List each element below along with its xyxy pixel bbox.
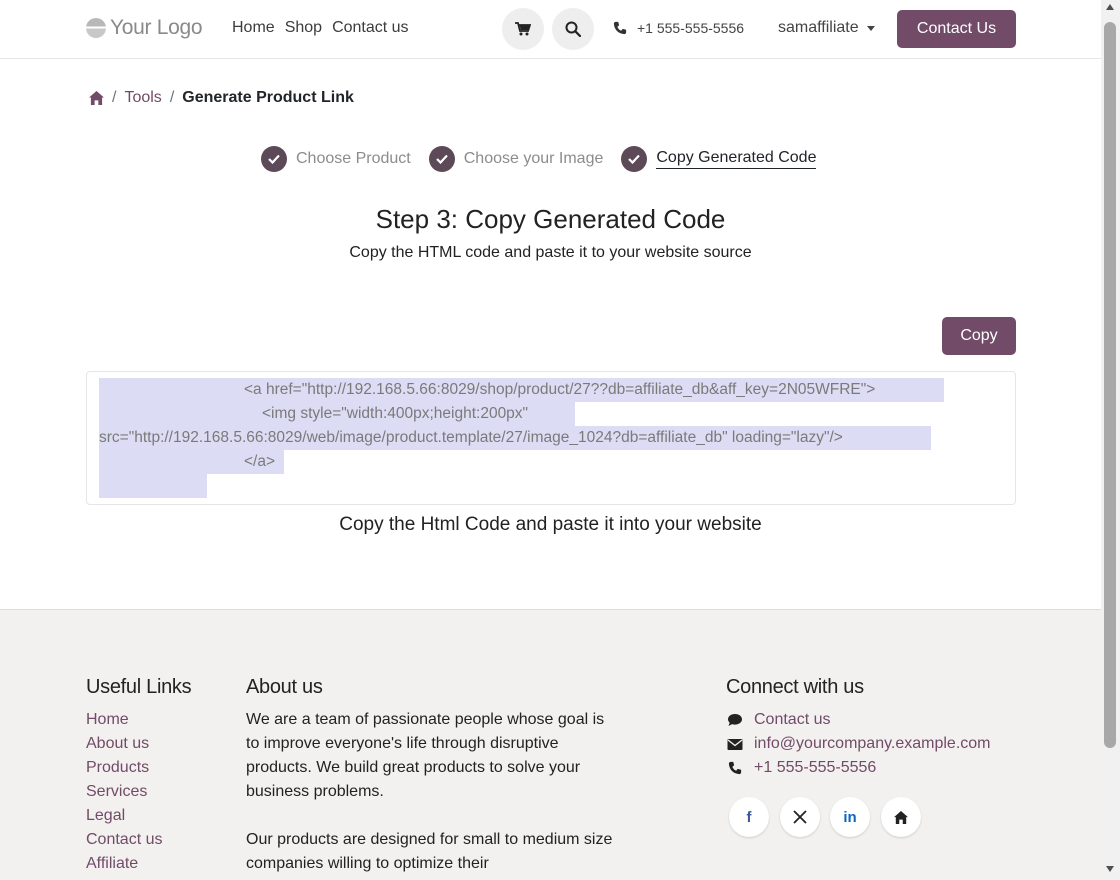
logo-mark-icon — [86, 18, 106, 38]
generated-code-textarea[interactable]: <a href="http://192.168.5.66:8029/shop/p… — [86, 371, 1016, 505]
x-twitter-button[interactable] — [780, 797, 820, 837]
phone-icon — [613, 21, 627, 35]
progress-steps: Choose Product Choose your Image Copy Ge… — [261, 146, 834, 172]
cart-icon — [515, 22, 531, 36]
breadcrumb-tools[interactable]: Tools — [124, 89, 161, 107]
facebook-button[interactable]: f — [729, 797, 769, 837]
logo[interactable]: Your Logo — [86, 16, 203, 40]
search-button[interactable] — [552, 8, 594, 50]
nav-contact-us[interactable]: Contact us — [332, 19, 408, 37]
nav-home[interactable]: Home — [232, 19, 275, 37]
connect-email-label: info@yourcompany.example.com — [754, 735, 991, 752]
breadcrumb: / Tools / Generate Product Link — [89, 89, 354, 107]
check-icon — [428, 146, 455, 172]
step-label: Copy Generated Code — [656, 149, 817, 169]
main-nav: Home Shop Contact us — [232, 19, 409, 37]
x-twitter-icon — [793, 810, 807, 824]
user-name: samaffiliate — [778, 19, 859, 36]
selection-highlight — [99, 474, 207, 498]
about-paragraph: Our products are designed for small to m… — [246, 831, 613, 872]
breadcrumb-separator: / — [169, 89, 175, 106]
breadcrumb-current: Generate Product Link — [182, 89, 354, 106]
useful-links-list: Home About us Products Services Legal Co… — [86, 708, 162, 876]
code-line: <img style="width:400px;height:200px" — [262, 405, 529, 422]
scroll-thumb[interactable] — [1104, 22, 1116, 748]
connect-email[interactable]: info@yourcompany.example.com — [727, 732, 991, 756]
footer-link-products[interactable]: Products — [86, 756, 162, 780]
footer-link-affiliate[interactable]: Affiliate — [86, 852, 162, 876]
connect-contact-label: Contact us — [754, 711, 831, 728]
step-copy-code[interactable]: Copy Generated Code — [621, 146, 817, 172]
scroll-down-arrow-icon[interactable] — [1106, 866, 1114, 872]
connect-contact[interactable]: Contact us — [727, 708, 991, 732]
footer-link-home[interactable]: Home — [86, 708, 162, 732]
breadcrumb-separator: / — [112, 89, 117, 106]
check-icon — [621, 146, 648, 172]
vertical-scrollbar[interactable] — [1101, 0, 1120, 880]
search-icon — [565, 21, 581, 37]
footer-link-contact[interactable]: Contact us — [86, 828, 162, 852]
scroll-up-arrow-icon[interactable] — [1106, 4, 1114, 10]
linkedin-button[interactable]: in — [830, 797, 870, 837]
connect-title: Connect with us — [726, 676, 864, 698]
home-icon — [894, 810, 908, 824]
step-label: Choose your Image — [463, 150, 604, 167]
step-choose-image[interactable]: Choose your Image — [428, 146, 604, 172]
connect-phone[interactable]: +1 555-555-5556 — [727, 756, 991, 780]
phone-icon — [728, 761, 742, 775]
footer: Useful Links Home About us Products Serv… — [0, 609, 1101, 880]
copy-button[interactable]: Copy — [942, 317, 1016, 355]
header-phone-number: +1 555-555-5556 — [637, 20, 745, 36]
check-icon — [261, 146, 287, 172]
comment-icon — [728, 714, 742, 726]
facebook-icon: f — [746, 808, 752, 826]
connect-list: Contact us info@yourcompany.example.com … — [727, 708, 991, 780]
step-label: Choose Product — [296, 150, 411, 167]
about-text: We are a team of passionate people whose… — [246, 708, 616, 876]
code-line: </a> — [244, 453, 276, 470]
step-choose-product[interactable]: Choose Product — [261, 146, 411, 172]
useful-links-title: Useful Links — [86, 676, 192, 698]
header-phone[interactable]: +1 555-555-5556 — [613, 20, 744, 36]
home-icon[interactable] — [89, 91, 104, 105]
footer-link-legal[interactable]: Legal — [86, 804, 162, 828]
chevron-down-icon — [866, 25, 875, 31]
top-navbar: Your Logo Home Shop Contact us +1 555-55… — [0, 0, 1101, 59]
envelope-icon — [727, 738, 743, 750]
footer-link-about[interactable]: About us — [86, 732, 162, 756]
code-caption: Copy the Html Code and paste it into you… — [339, 514, 762, 535]
nav-shop[interactable]: Shop — [285, 19, 322, 37]
page-title: Step 3: Copy Generated Code — [375, 204, 726, 234]
page: Your Logo Home Shop Contact us +1 555-55… — [0, 0, 1101, 880]
about-paragraph: We are a team of passionate people whose… — [246, 711, 605, 800]
page-subtitle: Copy the HTML code and paste it to your … — [349, 244, 752, 261]
home-social-button[interactable] — [881, 797, 921, 837]
code-line: src="http://192.168.5.66:8029/web/image/… — [99, 429, 843, 446]
user-menu[interactable]: samaffiliate — [778, 19, 875, 37]
contact-us-button[interactable]: Contact Us — [897, 10, 1016, 48]
connect-phone-label: +1 555-555-5556 — [754, 759, 877, 776]
linkedin-icon: in — [843, 808, 857, 826]
code-line: <a href="http://192.168.5.66:8029/shop/p… — [244, 381, 876, 398]
cart-button[interactable] — [502, 8, 544, 50]
footer-link-services[interactable]: Services — [86, 780, 162, 804]
about-title: About us — [246, 676, 323, 698]
logo-text: Your Logo — [110, 16, 203, 39]
